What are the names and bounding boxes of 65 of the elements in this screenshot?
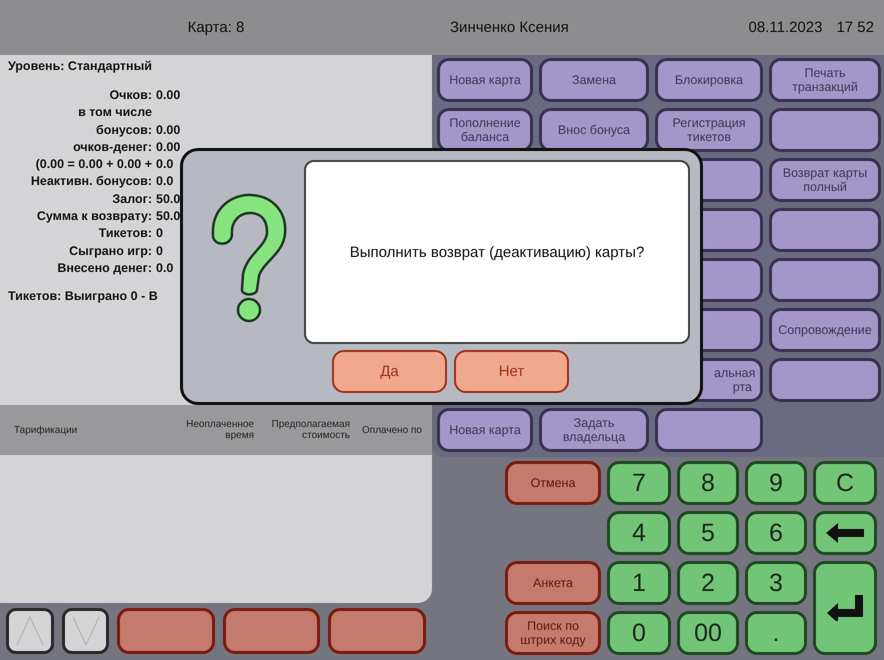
info-value: 50.0 xyxy=(156,190,180,208)
keypad-key[interactable]: 5 xyxy=(677,511,739,555)
keypad-key[interactable]: 3 xyxy=(745,561,807,605)
info-value: 0.0 xyxy=(156,173,174,190)
tickets-text: Тикетов: Выиграно 0 - В xyxy=(8,289,159,304)
column-header: Предполагаемая стоимость xyxy=(270,419,350,441)
keypad-key[interactable]: 1 xyxy=(607,561,671,605)
info-value: 0.0 xyxy=(156,260,174,277)
backspace-key[interactable] xyxy=(813,511,877,555)
info-value: 0.00 xyxy=(156,138,180,156)
info-label: Сыграно игр: xyxy=(68,242,152,260)
info-label: Залог: xyxy=(111,190,152,208)
level-text: Уровень: Стандартный xyxy=(8,59,153,73)
info-label: бонусов: xyxy=(95,122,152,139)
info-label: в том числе xyxy=(77,104,152,122)
info-label: (0.00 = 0.00 + 0.00 + xyxy=(34,156,152,174)
enter-key[interactable] xyxy=(813,561,877,655)
action-button[interactable]: Печать транзакций xyxy=(769,58,881,102)
enter-arrow-icon xyxy=(827,595,863,621)
keypad-key[interactable]: 00 xyxy=(677,611,739,655)
dialog-message: Выполнить возврат (деактивацию) карты? xyxy=(304,160,690,344)
backspace-arrow-icon xyxy=(826,523,864,543)
time-text: 17 52 xyxy=(836,19,874,36)
action-button[interactable]: Замена xyxy=(539,58,649,102)
dialog-button[interactable]: Да xyxy=(332,350,447,393)
info-label: Неактивн. бонусов: xyxy=(30,173,152,190)
scroll-down-button[interactable] xyxy=(62,608,110,654)
keypad-key[interactable]: . xyxy=(745,611,807,655)
info-value: 0 xyxy=(156,225,164,242)
column-header: Тарификации xyxy=(13,424,78,436)
info-label: очков-денег: xyxy=(72,138,152,156)
card-title: Карта: 8 xyxy=(186,19,246,36)
action-button[interactable]: Блокировка xyxy=(655,58,763,102)
info-value: 0.00 xyxy=(156,87,180,104)
dialog-button[interactable]: Нет xyxy=(454,350,569,393)
scroll-up-button[interactable] xyxy=(6,608,54,654)
operator-name: Зинченко Ксения xyxy=(450,19,570,36)
keypad-key[interactable]: 8 xyxy=(677,461,739,505)
action-button[interactable]: Задать владельца xyxy=(539,408,649,452)
action-button[interactable]: Возврат карты полный xyxy=(769,158,881,202)
action-button[interactable]: Сопровождение xyxy=(769,308,881,352)
column-header: Оплачено по xyxy=(361,424,422,436)
keypad-key[interactable]: 0 xyxy=(607,611,671,655)
info-value: 50.0 xyxy=(156,208,180,226)
side-button[interactable]: Отмена xyxy=(505,461,601,505)
column-header: Неоплаченное время xyxy=(185,419,254,441)
side-button[interactable]: Поиск по штрих коду xyxy=(505,611,601,655)
info-label: Сумма к возврату: xyxy=(36,208,152,226)
info-value: 0 xyxy=(156,242,164,260)
action-button[interactable]: Новая карта xyxy=(437,58,533,102)
keypad-key[interactable]: C xyxy=(813,461,877,505)
info-label: Очков: xyxy=(108,87,152,104)
info-value: 0.0 xyxy=(156,156,174,174)
keypad-key[interactable]: 9 xyxy=(745,461,807,505)
info-label: Внесено денег: xyxy=(56,260,152,277)
keypad-key[interactable]: 7 xyxy=(607,461,671,505)
date-text: 08.11.2023 xyxy=(748,19,822,36)
keypad-key[interactable]: 4 xyxy=(607,511,671,555)
keypad-key[interactable]: 6 xyxy=(745,511,807,555)
action-button[interactable]: Новая карта xyxy=(437,408,533,452)
info-value: 0.00 xyxy=(156,122,180,139)
keypad-key[interactable]: 2 xyxy=(677,561,739,605)
info-label: Тикетов: xyxy=(98,225,152,242)
side-button[interactable]: Анкета xyxy=(505,561,601,605)
action-button[interactable]: Регистрация тикетов xyxy=(655,108,763,152)
